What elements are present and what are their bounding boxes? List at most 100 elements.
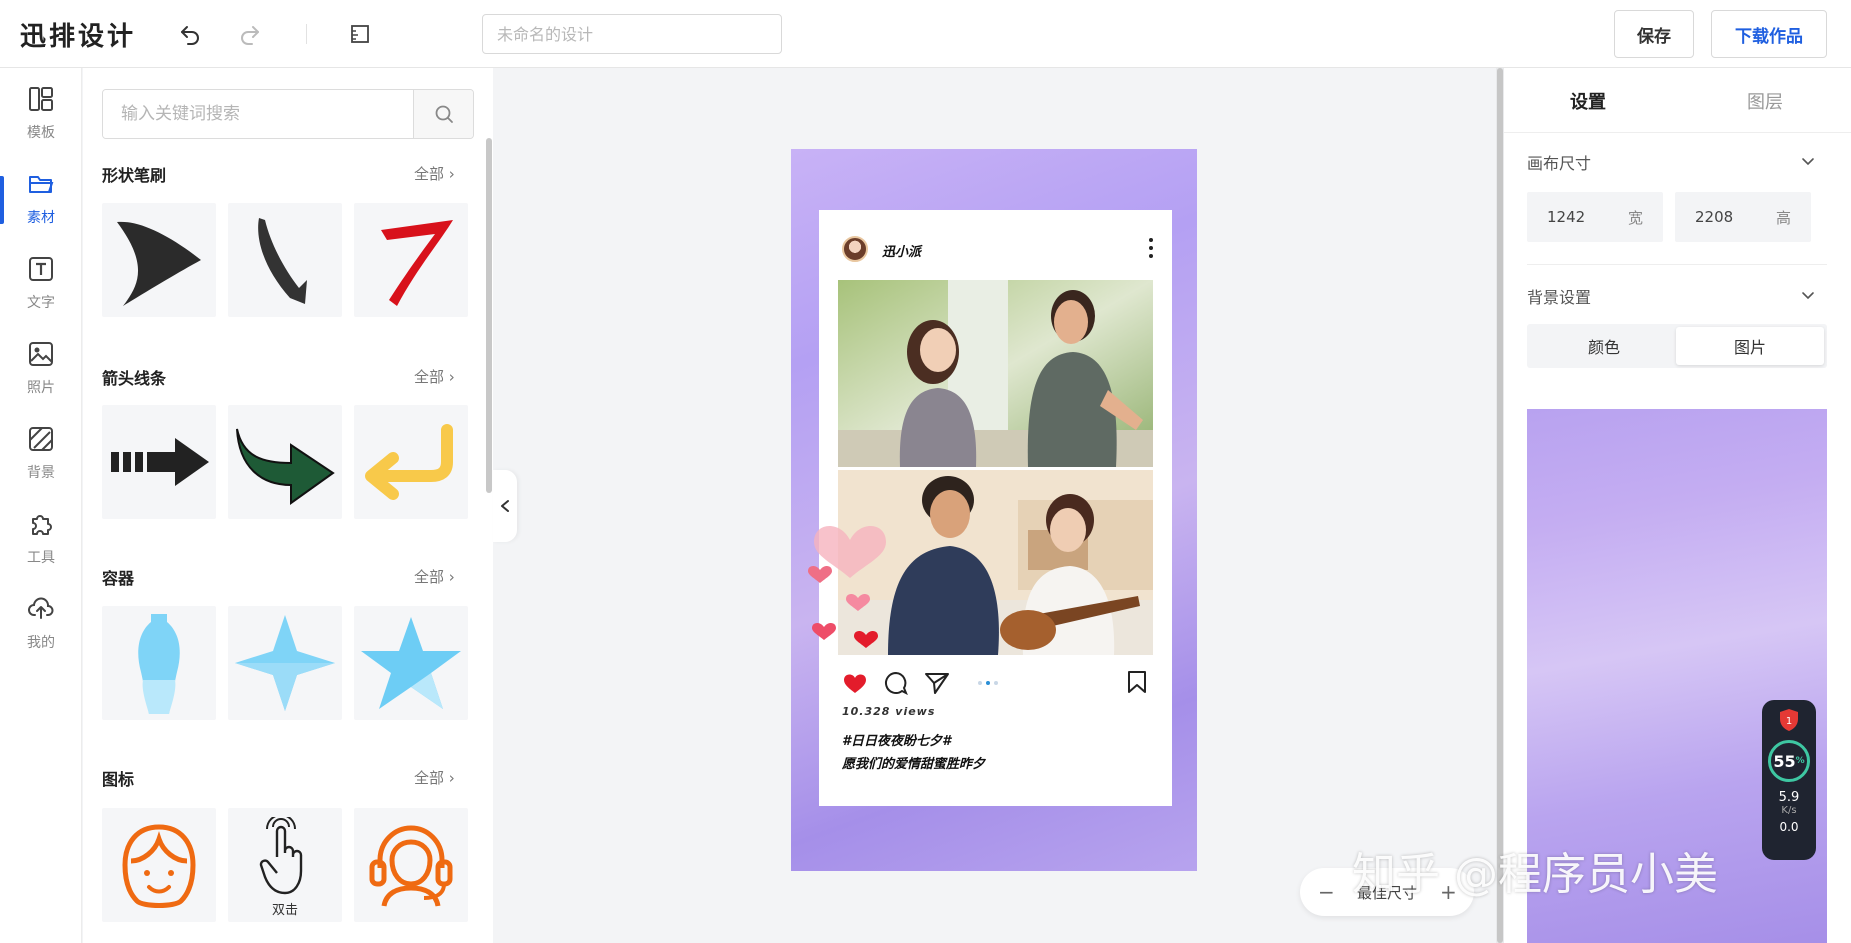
tile-five-point-star[interactable] bbox=[354, 606, 468, 720]
tile-vase-container[interactable] bbox=[102, 606, 216, 720]
percent-unit: % bbox=[1795, 756, 1805, 766]
rail-item-tools[interactable]: 工具 bbox=[0, 497, 82, 577]
see-all-containers[interactable]: 全部 › bbox=[414, 566, 455, 587]
chevron-down-icon[interactable] bbox=[1800, 154, 1816, 170]
canvas-width-value: 1242 bbox=[1547, 208, 1586, 226]
shield-badge: 1 bbox=[1786, 716, 1792, 727]
canvas-scrollbar[interactable] bbox=[1497, 68, 1503, 943]
undo-icon[interactable] bbox=[176, 20, 204, 48]
template-icon bbox=[26, 84, 56, 114]
support-headset-icon bbox=[369, 825, 453, 907]
rail-label: 工具 bbox=[27, 550, 55, 566]
tile-four-point-star[interactable] bbox=[228, 606, 342, 720]
see-all-arrows[interactable]: 全部 › bbox=[414, 366, 455, 387]
tile-support-headset-icon[interactable] bbox=[354, 808, 468, 922]
background-settings-title: 背景设置 bbox=[1527, 288, 1592, 307]
section-divider bbox=[1527, 264, 1827, 265]
panel-scrollbar[interactable] bbox=[486, 138, 492, 493]
double-tap-icon bbox=[259, 817, 303, 895]
rail-item-text[interactable]: 文字 bbox=[0, 242, 82, 322]
floating-hearts-decoration bbox=[808, 525, 886, 648]
see-all-icons[interactable]: 全部 › bbox=[414, 767, 455, 788]
section-title-arrows: 箭头线条 bbox=[102, 369, 167, 388]
width-unit-label: 宽 bbox=[1627, 208, 1643, 227]
search-button[interactable] bbox=[413, 90, 473, 138]
see-all-label: 全部 bbox=[414, 368, 445, 386]
speed-unit: K/s bbox=[1781, 805, 1797, 816]
puzzle-icon bbox=[26, 509, 56, 539]
section-title-shape-brush: 形状笔刷 bbox=[102, 166, 167, 185]
percent-value: 55 bbox=[1773, 751, 1796, 771]
tabs-divider bbox=[1504, 132, 1851, 133]
search-icon bbox=[435, 105, 453, 123]
watermark: 知乎 @程序员小美 bbox=[1352, 849, 1718, 900]
more-icon bbox=[1146, 238, 1156, 258]
section-title-icons: 图标 bbox=[102, 770, 135, 789]
background-color-option[interactable]: 颜色 bbox=[1530, 327, 1678, 365]
tile-curved-arrow[interactable] bbox=[228, 405, 342, 519]
rail-item-photos[interactable]: 照片 bbox=[0, 327, 82, 407]
rail-label: 背景 bbox=[27, 465, 55, 481]
image-icon bbox=[26, 339, 56, 369]
rail-label: 模板 bbox=[27, 125, 55, 141]
upload-speed: 5.9 bbox=[1778, 790, 1800, 805]
left-rail: 模板 素材 文字 照片 背景 工具 我的 bbox=[0, 68, 82, 943]
tab-layers[interactable]: 图层 bbox=[1747, 88, 1783, 114]
zoom-out-button[interactable]: − bbox=[1318, 880, 1335, 904]
network-speed-widget[interactable]: 1 55% 5.9 K/s 0.0 bbox=[1762, 700, 1816, 860]
rail-label: 文字 bbox=[27, 295, 55, 311]
avatar bbox=[842, 236, 868, 262]
rail-item-templates[interactable]: 模板 bbox=[0, 72, 82, 152]
collapse-panel-button[interactable] bbox=[493, 470, 517, 542]
canvas-size-title: 画布尺寸 bbox=[1527, 154, 1592, 173]
ruler-icon[interactable] bbox=[346, 20, 374, 48]
post-caption-hashtag: #日日夜夜盼七夕# bbox=[842, 734, 952, 749]
tile-brush-red-7[interactable] bbox=[354, 203, 468, 317]
like-heart-icon bbox=[844, 674, 866, 693]
tile-return-arrow[interactable] bbox=[354, 405, 468, 519]
rail-label: 我的 bbox=[27, 635, 55, 651]
bookmark-icon bbox=[1128, 671, 1146, 693]
tab-settings[interactable]: 设置 bbox=[1570, 88, 1606, 114]
memory-percent: 55% bbox=[1768, 740, 1810, 782]
rail-item-materials[interactable]: 素材 bbox=[0, 157, 82, 237]
tile-dashed-arrow[interactable] bbox=[102, 405, 216, 519]
see-all-label: 全部 bbox=[414, 769, 445, 787]
download-speed: 0.0 bbox=[1779, 820, 1799, 834]
double-tap-caption: 双击 bbox=[271, 903, 298, 918]
tile-double-tap-icon[interactable]: 双击 bbox=[228, 808, 342, 922]
chevron-down-icon[interactable] bbox=[1800, 288, 1816, 304]
cloud-upload-icon bbox=[26, 594, 56, 624]
background-image-option[interactable]: 图片 bbox=[1676, 327, 1824, 365]
asset-panel: 形状笔刷 全部 › 箭头线条 全部 › 容器 全部 › 图标 全部 › 双击 bbox=[83, 68, 493, 943]
app-logo: 迅排设计 bbox=[20, 22, 137, 52]
canvas-height-field[interactable]: 2208 高 bbox=[1675, 192, 1811, 242]
design-title-input[interactable] bbox=[482, 14, 782, 54]
rail-item-mine[interactable]: 我的 bbox=[0, 582, 82, 662]
section-title-containers: 容器 bbox=[102, 569, 135, 588]
height-unit-label: 高 bbox=[1775, 208, 1791, 227]
woman-face-icon bbox=[122, 824, 196, 908]
download-button[interactable]: 下载作品 bbox=[1711, 10, 1827, 58]
save-button[interactable]: 保存 bbox=[1614, 10, 1694, 58]
see-all-label: 全部 bbox=[414, 165, 445, 183]
rail-label: 照片 bbox=[27, 380, 55, 396]
search-box bbox=[102, 89, 474, 139]
chevron-left-icon bbox=[501, 500, 509, 512]
tile-woman-face-icon[interactable] bbox=[102, 808, 216, 922]
see-all-shape-brush[interactable]: 全部 › bbox=[414, 163, 455, 184]
top-bar: 迅排设计 保存 下载作品 bbox=[0, 0, 1851, 68]
canvas-width-field[interactable]: 1242 宽 bbox=[1527, 192, 1663, 242]
post-caption-text: 愿我们的爱情甜蜜胜昨夕 bbox=[842, 757, 986, 772]
rail-item-background[interactable]: 背景 bbox=[0, 412, 82, 492]
tile-brush-arrow[interactable] bbox=[102, 203, 216, 317]
see-all-label: 全部 bbox=[414, 568, 445, 586]
tile-brush-hook[interactable] bbox=[228, 203, 342, 317]
text-icon bbox=[26, 254, 56, 284]
background-icon bbox=[26, 424, 56, 454]
redo-icon[interactable] bbox=[236, 20, 264, 48]
search-input[interactable] bbox=[103, 90, 415, 138]
canvas-height-value: 2208 bbox=[1695, 208, 1734, 226]
carousel-dots bbox=[978, 681, 998, 685]
background-type-toggle: 颜色 图片 bbox=[1527, 324, 1827, 368]
